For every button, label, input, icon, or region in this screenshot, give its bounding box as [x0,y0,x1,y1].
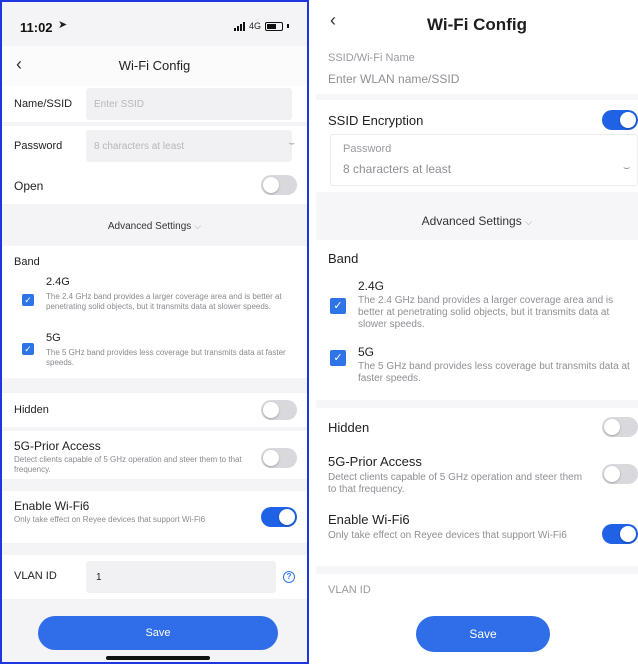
encryption-section: SSID Encryption Password 8 characters at… [316,100,638,192]
band-label: Band [328,251,359,266]
ssid-field[interactable]: SSID/Wi-Fi Name Enter WLAN name/SSID [316,46,638,94]
band-5g-description: The 5 GHz band provides less coverage bu… [358,361,630,384]
vlan-label: VLAN ID [328,584,371,596]
prior-access-toggle[interactable] [261,448,297,468]
band-5g-description: The 5 GHz band provides less coverage bu… [46,348,286,367]
band-label: Band [14,256,40,268]
password-input[interactable]: 8 characters at least [86,130,292,162]
status-time: 11:02 [20,20,53,35]
ssid-label: SSID/Wi-Fi Name [328,52,415,64]
band-option-2g-label: 2.4G [46,276,70,288]
hidden-row: Hidden [2,393,307,427]
prior-access-description: Detect clients capable of 5 GHz operatio… [14,455,242,474]
save-button[interactable]: Save [38,616,278,650]
left-phone-screen: 11:02 ➤ 4G ‹ Wi-Fi Config Name/SSID Ente… [0,0,309,664]
prior-access-description: Detect clients capable of 5 GHz operatio… [328,472,583,495]
prior-access-toggle[interactable] [602,464,638,484]
eye-hidden-icon[interactable]: ⌣ [288,138,295,149]
vlan-label: VLAN ID [14,570,57,582]
hidden-label: Hidden [328,420,370,435]
open-label: Open [14,179,44,193]
network-type: 4G [248,21,261,31]
wifi6-description: Only take effect on Reyee devices that s… [14,515,206,524]
password-label: Password [14,140,63,152]
wifi6-row: Enable Wi-Fi6 Only take effect on Reyee … [2,491,307,543]
prior-access-row: 5G-Prior Access Detect clients capable o… [316,446,638,504]
ssid-encryption-label: SSID Encryption [328,113,424,128]
wifi6-label: Enable Wi-Fi6 [328,512,410,527]
prior-access-label: 5G-Prior Access [328,454,422,469]
wifi6-description: Only take effect on Reyee devices that s… [328,530,567,541]
chevron-down-icon: ⌵ [524,217,533,228]
band-option-5g-label: 5G [46,332,61,344]
band-section: Band 2.4G ✓ The 2.4 GHz band provides a … [316,240,638,400]
ssid-input[interactable]: Enter SSID [86,88,292,120]
signal-icon [233,21,245,31]
band-2g-description: The 2.4 GHz band provides a larger cover… [46,292,282,311]
band-2g-description: The 2.4 GHz band provides a larger cover… [358,295,614,330]
page-title: Wi-Fi Config [118,58,191,73]
advanced-settings-label: Advanced Settings [421,214,522,228]
ssid-label: Name/SSID [14,98,73,110]
ssid-placeholder: Enter WLAN name/SSID [328,72,460,86]
right-phone-screen: ‹ Wi-Fi Config SSID/Wi-Fi Name Enter WLA… [316,0,638,664]
open-row: Open [2,166,307,204]
password-placeholder: 8 characters at least [343,162,452,176]
band-2g-checkbox[interactable]: ✓ [330,298,346,314]
save-button[interactable]: Save [416,616,550,652]
hidden-row: Hidden [316,408,638,446]
page-title: Wi-Fi Config [427,15,527,34]
band-5g-checkbox[interactable]: ✓ [22,343,34,355]
band-section: Band 2.4G ✓ The 2.4 GHz band provides a … [2,246,307,378]
band-2g-checkbox[interactable]: ✓ [22,294,34,306]
open-toggle[interactable] [261,175,297,195]
hidden-toggle[interactable] [261,400,297,420]
footer: Save [316,598,638,664]
location-arrow-icon: ➤ [58,19,68,31]
band-5g-checkbox[interactable]: ✓ [330,350,346,366]
vlan-input[interactable]: 1 [86,561,276,593]
chevron-down-icon: ⌵ [194,221,202,231]
hidden-label: Hidden [14,404,49,416]
band-option-5g-label: 5G [358,345,375,359]
prior-access-row: 5G-Prior Access Detect clients capable o… [2,431,307,479]
nav-bar: ‹ Wi-Fi Config [2,46,307,86]
help-icon[interactable]: ? [283,571,295,583]
band-option-2g-label: 2.4G [358,279,385,293]
password-field[interactable]: Password 8 characters at least ⌣ [330,134,638,186]
ssid-encryption-toggle[interactable] [602,110,638,130]
prior-access-label: 5G-Prior Access [14,439,101,453]
status-indicators: 4G [233,21,289,31]
advanced-settings-label: Advanced Settings [107,221,192,232]
eye-hidden-icon[interactable]: ⌣ [623,162,630,175]
wifi6-row: Enable Wi-Fi6 Only take effect on Reyee … [316,504,638,566]
battery-tip-icon [287,24,289,28]
advanced-settings-toggle[interactable]: Advanced Settings ⌵ [2,221,307,232]
battery-icon [265,21,283,31]
nav-bar: ‹ Wi-Fi Config [316,0,638,46]
home-indicator [106,656,210,660]
password-label: Password [343,143,392,155]
advanced-settings-toggle[interactable]: Advanced Settings ⌵ [316,214,638,228]
hidden-toggle[interactable] [602,417,638,437]
wifi6-toggle[interactable] [602,524,638,544]
vlan-row: VLAN ID [316,574,638,598]
status-bar: 11:02 ➤ 4G [2,2,307,42]
wifi6-label: Enable Wi-Fi6 [14,499,90,513]
wifi6-toggle[interactable] [261,507,297,527]
